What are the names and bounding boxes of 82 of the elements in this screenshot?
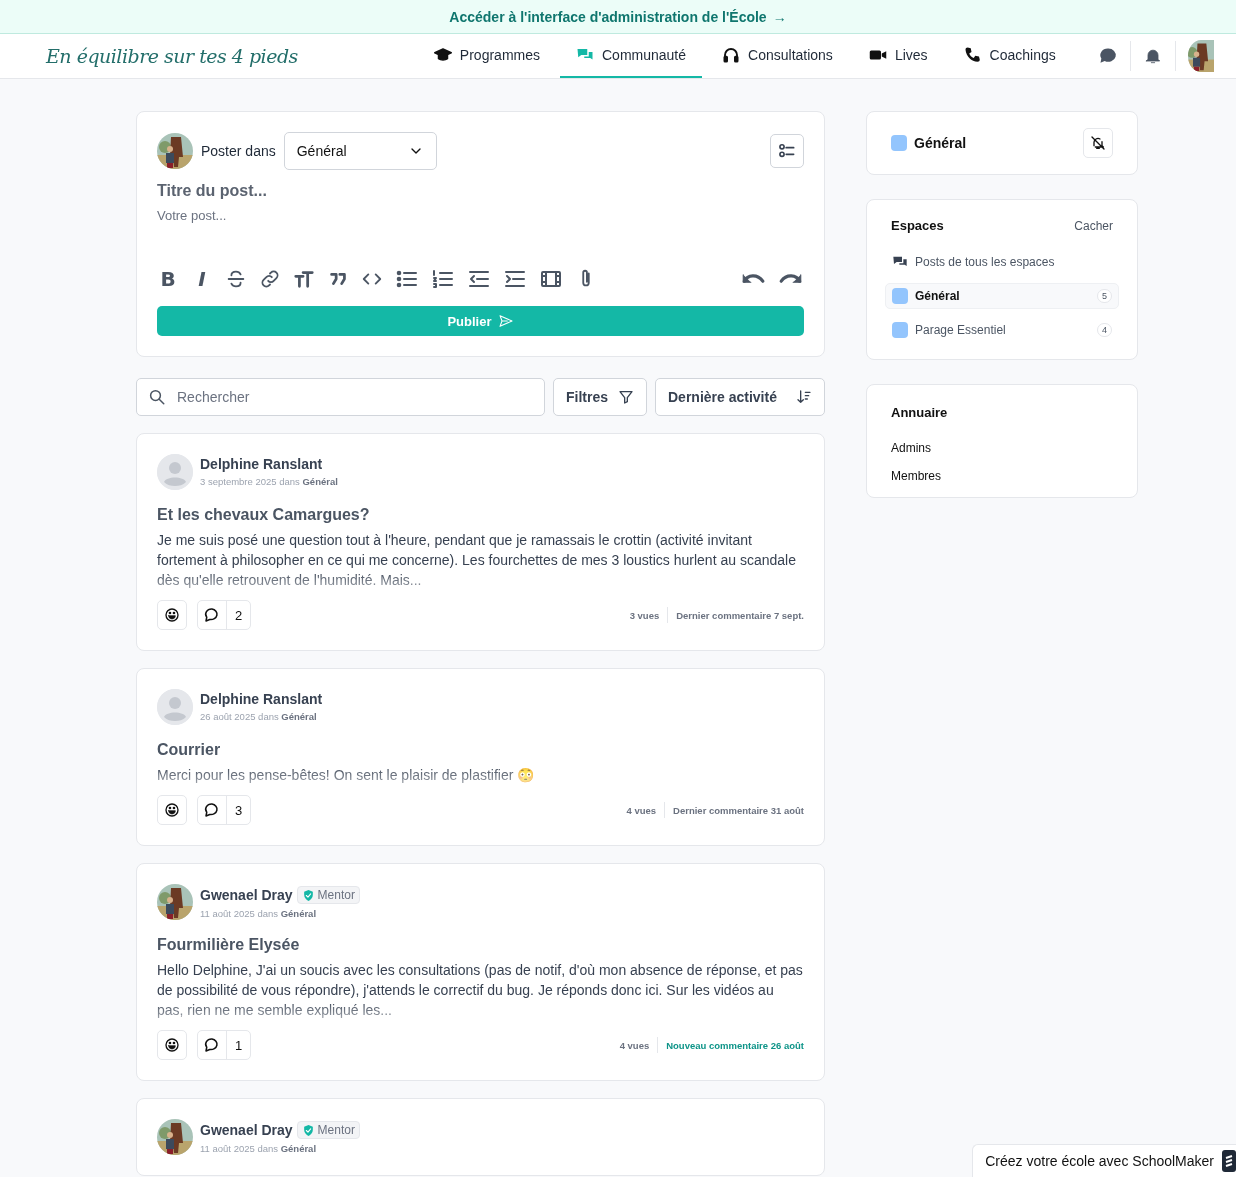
send-icon — [497, 313, 514, 329]
directory-link[interactable]: Membres — [891, 469, 1113, 483]
post-excerpt: Hello Delphine, J'ai un soucis avec les consultations (pas de notif, d'où mon absence de réponse, et pas de possibilité de vous répondre), j'attends le correctif du bug. Je réponds donc ici. Sur les vidéos au pas, rien ne me semble expliqué les... — [157, 961, 804, 1020]
admin-banner[interactable]: Accéder à l'interface d'administration de l'École → — [0, 0, 1236, 34]
post-count: 5 — [1097, 289, 1112, 303]
space-name: Parage Essentiel — [915, 323, 1006, 337]
post-meta: 3 septembre 2025 dans Général — [200, 476, 338, 487]
author-name[interactable]: Gwenael Dray — [200, 887, 293, 903]
smiley-icon — [164, 606, 180, 624]
directory-link[interactable]: Admins — [891, 441, 1113, 455]
nav-tab[interactable]: Lives — [852, 34, 944, 78]
author-name[interactable]: Delphine Ranslant — [200, 691, 323, 707]
post-meta: 26 août 2025 dans Général — [200, 711, 318, 722]
view-count: 4 vues — [626, 804, 657, 816]
reaction-button[interactable] — [157, 1030, 187, 1060]
toolbar-button[interactable] — [225, 268, 247, 290]
strikethrough-icon — [225, 268, 247, 290]
smiley-icon — [164, 1036, 180, 1054]
shield-check-icon — [301, 888, 315, 902]
panel-title: Espaces — [891, 218, 944, 233]
mute-button[interactable] — [1083, 128, 1113, 158]
comment-button[interactable]: 1 — [197, 1030, 252, 1060]
sort-button[interactable]: Dernière activité — [655, 378, 825, 416]
graduation-cap-icon — [433, 46, 452, 64]
comment-button[interactable]: 2 — [197, 600, 252, 630]
panel-title: Annuaire — [891, 405, 948, 420]
promo-link[interactable]: Créez votre école avec SchoolMaker — [972, 1144, 1236, 1177]
mentor-badge: Mentor — [296, 1121, 360, 1139]
all-spaces-item[interactable]: Posts de tous les espaces — [885, 249, 1119, 275]
reaction-button[interactable] — [157, 600, 187, 630]
space-name: Général — [914, 135, 967, 151]
text-size-icon — [293, 268, 315, 290]
nav-tab[interactable]: Communauté — [560, 34, 703, 78]
hide-link[interactable]: Cacher — [1074, 218, 1113, 233]
post-title[interactable]: Courrier — [157, 741, 804, 759]
last-activity: Dernier commentaire 7 sept. — [676, 609, 804, 621]
filter-icon — [618, 389, 634, 405]
space-item[interactable]: Général 5 — [885, 283, 1119, 309]
space-name: Général — [915, 289, 960, 303]
sort-icon — [796, 389, 812, 405]
author-name[interactable]: Gwenael Dray — [200, 1122, 293, 1138]
nav-tab[interactable]: Consultations — [706, 34, 849, 78]
search-field[interactable]: Rechercher — [136, 378, 545, 416]
logo-icon — [1222, 1150, 1236, 1172]
space-select[interactable]: Général — [283, 132, 437, 170]
post-excerpt: Je me suis posé une question tout à l'heure, pendant que je ramassais le crottin (activité invitant fortement à philosopher en ce qui me concerne). Les fourchettes de mes 3 loustics hurlent au scandale dès qu'elle retrouvent de l'humidité. Mais... — [157, 531, 797, 590]
logo[interactable]: En équilibre sur tes 4 pieds — [46, 45, 298, 67]
filter-button[interactable]: Filtres — [553, 378, 647, 416]
author-name[interactable]: Delphine Ranslant — [200, 456, 323, 472]
comment-icon — [203, 801, 221, 819]
shield-check-icon — [301, 1123, 315, 1137]
comment-button[interactable]: 3 — [197, 795, 252, 825]
comment-icon — [203, 1036, 221, 1054]
post-count: 4 — [1097, 323, 1112, 337]
numbered-list-icon — [431, 267, 455, 291]
post-meta: 11 août 2025 dans Général — [200, 1143, 318, 1154]
last-activity: Nouveau commentaire 26 août — [666, 1039, 804, 1051]
post-in-label: Poster dans — [201, 143, 276, 159]
post-meta: 11 août 2025 dans Général — [200, 908, 318, 919]
nav-tab[interactable]: Coachings — [947, 34, 1072, 78]
comment-icon — [203, 606, 221, 624]
options-button[interactable] — [770, 134, 804, 168]
toolbar-button[interactable]: B — [157, 267, 179, 291]
mentor-badge: Mentor — [296, 886, 360, 904]
last-activity: Dernier commentaire 31 août — [673, 804, 804, 816]
smiley-icon — [164, 801, 180, 819]
post-excerpt: Merci pour les pense-bêtes! On sent le plaisir de plastifier 😳 — [157, 766, 536, 785]
post-title[interactable]: Fourmilière Elysée — [157, 936, 804, 954]
reaction-button[interactable] — [157, 795, 187, 825]
post-title[interactable]: Et les chevaux Camargues? — [157, 506, 804, 524]
link-icon — [259, 268, 281, 290]
nav-tab[interactable]: Programmes — [417, 34, 556, 78]
toolbar-button[interactable] — [293, 268, 315, 290]
toolbar-button[interactable] — [259, 268, 281, 290]
view-count: 3 vues — [629, 609, 660, 621]
toolbar-button[interactable] — [431, 267, 455, 291]
toolbar-button[interactable]: I — [191, 267, 213, 291]
headphones-icon — [722, 46, 741, 64]
view-count: 4 vues — [619, 1039, 650, 1051]
bell-off-icon — [1090, 135, 1106, 151]
space-item[interactable]: Parage Essentiel 4 — [885, 317, 1119, 343]
phone-icon — [963, 46, 982, 64]
